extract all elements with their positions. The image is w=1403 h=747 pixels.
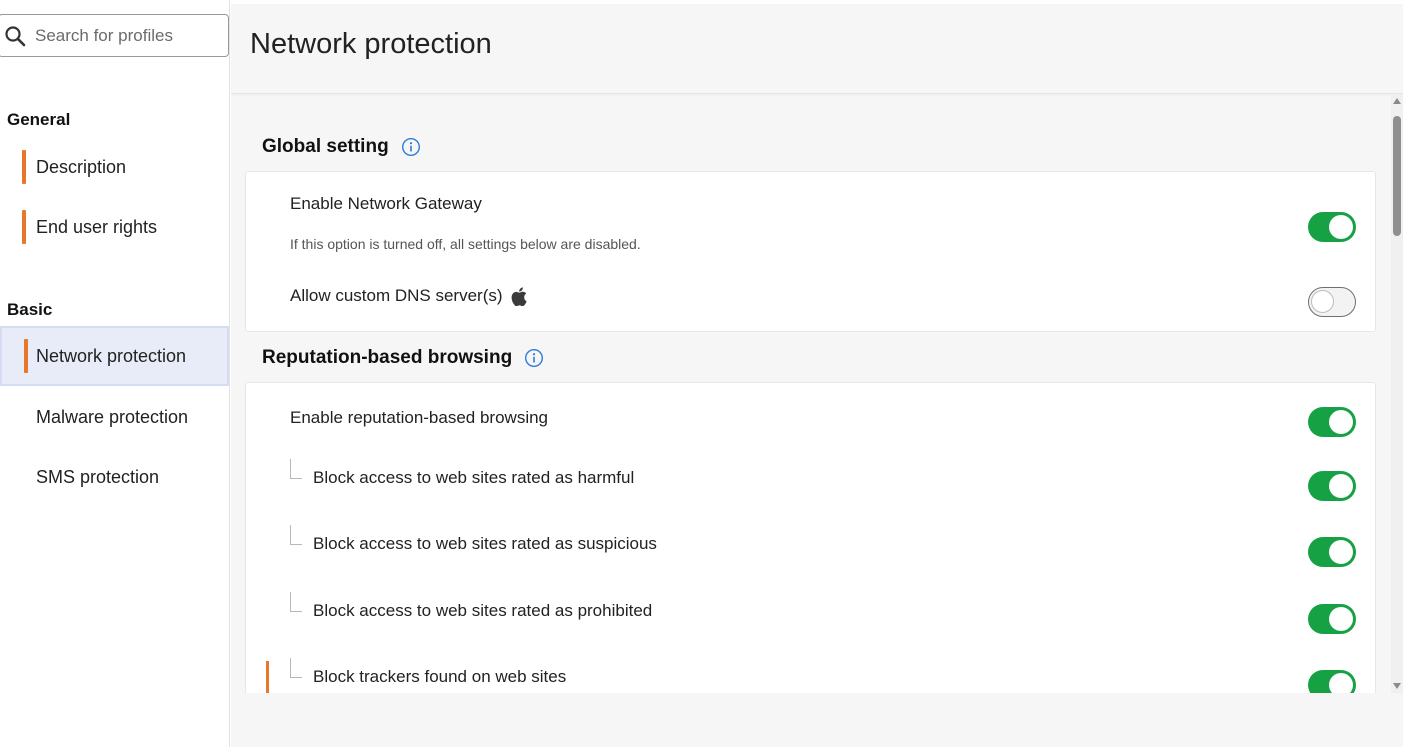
tree-connector <box>290 525 302 545</box>
toggle-knob <box>1329 474 1353 498</box>
sidebar: General Description End user rights Basi… <box>0 0 230 747</box>
enable-reputation-toggle[interactable] <box>1308 407 1356 437</box>
toggle-knob <box>1311 290 1334 313</box>
sidebar-item-network-protection[interactable]: Network protection <box>0 326 229 386</box>
scroll-thumb[interactable] <box>1393 116 1401 236</box>
sidebar-item-description[interactable]: Description <box>0 140 229 194</box>
toggle-knob <box>1329 607 1353 631</box>
main-panel: Network protection Global setting Enable… <box>231 4 1403 747</box>
settings-content: Global setting Enable Network Gateway If… <box>231 94 1391 693</box>
block-prohibited-toggle[interactable] <box>1308 604 1356 634</box>
sidebar-item-label: SMS protection <box>36 466 160 487</box>
toggle-knob <box>1329 673 1353 693</box>
tree-connector <box>290 658 302 678</box>
group-title-text: Global setting <box>262 136 389 157</box>
block-prohibited-label: Block access to web sites rated as prohi… <box>313 601 653 620</box>
info-icon[interactable] <box>401 137 421 157</box>
tree-connector <box>290 459 302 479</box>
group-title-global: Global setting <box>262 136 421 158</box>
toggle-knob <box>1329 540 1353 564</box>
sidebar-item-end-user-rights[interactable]: End user rights <box>0 200 229 254</box>
apple-icon <box>511 286 527 306</box>
footer-area <box>231 693 1403 747</box>
content-scrollbar[interactable] <box>1391 94 1403 693</box>
info-icon[interactable] <box>524 348 544 368</box>
scroll-up-arrow-icon[interactable] <box>1393 98 1401 104</box>
search-icon <box>1 22 29 50</box>
section-title-general: General <box>7 110 71 129</box>
search-box[interactable] <box>0 14 229 57</box>
sidebar-item-sms-protection[interactable]: SMS protection <box>0 450 229 504</box>
block-suspicious-label: Block access to web sites rated as suspi… <box>313 534 657 553</box>
dns-label: Allow custom DNS server(s) <box>290 286 503 305</box>
toggle-knob <box>1329 215 1353 239</box>
page-header: Network protection <box>231 4 1403 94</box>
block-trackers-toggle[interactable] <box>1308 670 1356 693</box>
reputation-card: Enable reputation-based browsing Block a… <box>245 382 1376 693</box>
gateway-description: If this option is turned off, all settin… <box>290 236 641 252</box>
page-title: Network protection <box>250 28 492 60</box>
section-title-basic: Basic <box>7 300 53 319</box>
toggle-knob <box>1329 410 1353 434</box>
item-marker <box>22 210 26 244</box>
sidebar-item-malware-protection[interactable]: Malware protection <box>0 390 229 444</box>
block-harmful-label: Block access to web sites rated as harmf… <box>313 468 635 487</box>
group-title-reputation: Reputation-based browsing <box>262 347 544 369</box>
sidebar-item-label: End user rights <box>36 216 158 237</box>
enable-reputation-label: Enable reputation-based browsing <box>290 408 549 427</box>
tree-connector <box>290 592 302 612</box>
dns-toggle[interactable] <box>1308 287 1356 317</box>
item-marker <box>24 339 28 373</box>
group-title-text: Reputation-based browsing <box>262 347 513 368</box>
scroll-down-arrow-icon[interactable] <box>1393 683 1401 689</box>
gateway-toggle[interactable] <box>1308 212 1356 242</box>
changed-marker <box>266 661 269 693</box>
block-trackers-label: Block trackers found on web sites <box>313 667 567 686</box>
block-suspicious-toggle[interactable] <box>1308 537 1356 567</box>
dns-label-row: Allow custom DNS server(s) <box>290 286 527 306</box>
search-input[interactable] <box>33 24 223 47</box>
global-setting-card: Enable Network Gateway If this option is… <box>245 171 1376 332</box>
block-harmful-toggle[interactable] <box>1308 471 1356 501</box>
gateway-label: Enable Network Gateway <box>290 194 482 213</box>
sidebar-item-label: Malware protection <box>36 406 189 427</box>
item-marker <box>22 150 26 184</box>
sidebar-item-label: Network protection <box>36 345 187 366</box>
sidebar-item-label: Description <box>36 156 127 177</box>
